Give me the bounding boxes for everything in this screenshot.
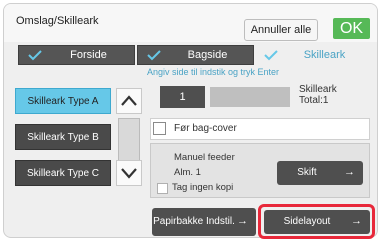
- checkmark-icon: [147, 50, 161, 61]
- tab-insertion-sheet[interactable]: Skilleark: [255, 45, 370, 65]
- instruction-text: Angiv side til indstik og tryk Enter: [147, 67, 280, 77]
- no-copy-label: Tag ingen kopi: [172, 182, 234, 193]
- page-number-input[interactable]: 1: [160, 86, 205, 108]
- no-copy-checkbox[interactable]: [157, 183, 168, 194]
- cancel-all-button[interactable]: Annuller alle: [244, 19, 318, 41]
- total-count: Total:1: [299, 95, 329, 106]
- tab-label: Forside: [70, 49, 107, 61]
- paper-type: Alm. 1: [174, 167, 201, 178]
- tab-front-cover[interactable]: Forside: [18, 45, 135, 65]
- sheet-total: Skilleark Total:1: [299, 84, 337, 106]
- chevron-up-icon: [121, 95, 137, 106]
- enter-key-area[interactable]: [210, 87, 290, 107]
- checkmark-icon: [28, 50, 42, 61]
- arrow-right-icon: →: [344, 166, 355, 178]
- arrow-right-icon: →: [237, 215, 248, 227]
- tab-back-cover[interactable]: Bagside: [137, 45, 254, 65]
- checkmark-icon: [264, 50, 278, 61]
- ok-button[interactable]: OK: [333, 18, 370, 39]
- change-button-label: Skift: [297, 167, 317, 178]
- total-label: Skilleark: [299, 84, 337, 95]
- sheet-type-c-button[interactable]: Skilleark Type C: [15, 160, 111, 186]
- tab-label: Skilleark: [303, 49, 346, 61]
- sheet-type-a-button[interactable]: Skilleark Type A: [15, 88, 111, 114]
- sheet-type-b-button[interactable]: Skilleark Type B: [15, 124, 111, 150]
- scrollbar-track[interactable]: [118, 118, 140, 161]
- scroll-up-button[interactable]: [116, 88, 142, 114]
- chevron-down-icon: [121, 168, 137, 179]
- feeder-name: Manuel feeder: [174, 152, 235, 163]
- tray-settings-button[interactable]: Papirbakke Indstil. →: [152, 208, 256, 236]
- highlight-outline: [258, 204, 375, 239]
- tab-label: Bagside: [187, 49, 228, 61]
- scroll-down-button[interactable]: [116, 160, 142, 186]
- before-back-cover-label: Før bag-cover: [174, 123, 237, 134]
- tray-settings-label: Papirbakke Indstil.: [153, 216, 235, 227]
- dialog-title: Omslag/Skilleark: [16, 15, 99, 27]
- before-back-cover-checkbox[interactable]: [153, 122, 166, 135]
- change-button[interactable]: Skift →: [277, 161, 363, 185]
